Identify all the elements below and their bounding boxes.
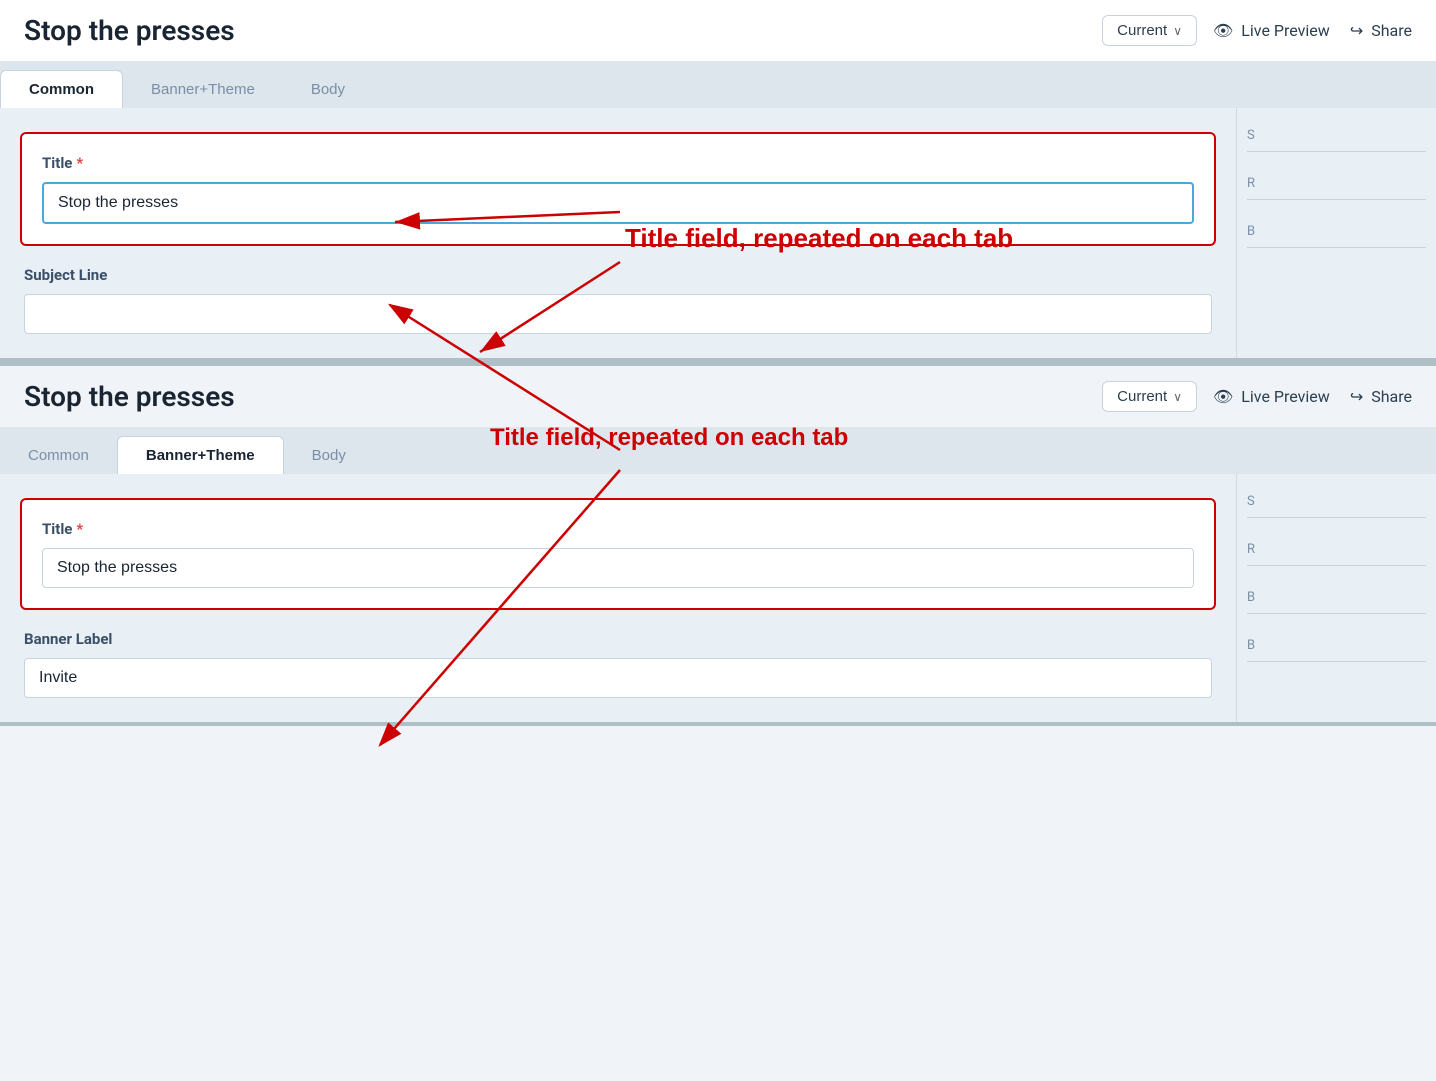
panel-2: Stop the presses Current ∨ Live Preview … <box>0 362 1436 726</box>
share-icon-1 <box>1350 21 1363 40</box>
sidebar-label-b3: B <box>1247 638 1426 662</box>
sidebar-label-r: R <box>1247 176 1426 200</box>
panel-1-title: Stop the presses <box>24 14 1086 47</box>
panel-2-title: Stop the presses <box>24 380 1086 413</box>
right-sidebar-1: S R B <box>1236 108 1436 358</box>
header-actions-2: Live Preview Share <box>1213 387 1412 406</box>
eye-icon-1 <box>1213 21 1233 40</box>
tabs-bar-2: Common Banner+Theme Body <box>0 428 1436 474</box>
banner-label-section: Banner Label <box>20 630 1216 698</box>
title-field-label-1: Title * <box>42 154 1194 172</box>
right-sidebar-2: S R B B <box>1236 474 1436 722</box>
version-dropdown-2[interactable]: Current ∨ <box>1102 381 1197 412</box>
eye-icon-2 <box>1213 387 1233 406</box>
tab-body-1[interactable]: Body <box>283 71 373 108</box>
title-input-1[interactable] <box>42 182 1194 224</box>
sidebar-label-r2: R <box>1247 542 1426 566</box>
sidebar-label-b2: B <box>1247 590 1426 614</box>
header-actions-1: Live Preview Share <box>1213 21 1412 40</box>
sidebar-label-b1: B <box>1247 224 1426 248</box>
subject-line-input[interactable] <box>24 294 1212 334</box>
required-star-2: * <box>76 520 83 538</box>
title-input-2[interactable] <box>42 548 1194 588</box>
panel-1-form: Title * Subject Line <box>0 108 1236 358</box>
chevron-down-icon-2: ∨ <box>1173 390 1182 404</box>
subject-line-label: Subject Line <box>24 266 1212 284</box>
live-preview-button-1[interactable]: Live Preview <box>1213 21 1330 40</box>
version-dropdown-1[interactable]: Current ∨ <box>1102 15 1197 46</box>
tab-common-2[interactable]: Common <box>0 437 117 474</box>
sidebar-label-s: S <box>1247 128 1426 152</box>
subject-line-section: Subject Line <box>20 266 1216 334</box>
panel-2-content: Title * Banner Label S R B B <box>0 474 1436 722</box>
tab-body-2[interactable]: Body <box>284 437 374 474</box>
tab-common-1[interactable]: Common <box>0 70 123 108</box>
sidebar-label-s2: S <box>1247 494 1426 518</box>
tabs-bar-1: Common Banner+Theme Body <box>0 62 1436 108</box>
share-button-2[interactable]: Share <box>1350 387 1412 406</box>
share-icon-2 <box>1350 387 1363 406</box>
panel-1: Stop the presses Current ∨ Live Preview … <box>0 0 1436 362</box>
required-star-1: * <box>76 154 83 172</box>
live-preview-button-2[interactable]: Live Preview <box>1213 387 1330 406</box>
panel-1-content: Title * Subject Line S R B <box>0 108 1436 358</box>
banner-label-input[interactable] <box>24 658 1212 698</box>
tab-banner-theme-1[interactable]: Banner+Theme <box>123 71 283 108</box>
panel-1-header: Stop the presses Current ∨ Live Preview … <box>0 0 1436 62</box>
panel-2-header: Stop the presses Current ∨ Live Preview … <box>0 366 1436 428</box>
panel-2-form: Title * Banner Label <box>0 474 1236 722</box>
share-button-1[interactable]: Share <box>1350 21 1412 40</box>
chevron-down-icon-1: ∨ <box>1173 24 1182 38</box>
title-field-card-1: Title * <box>20 132 1216 246</box>
banner-label-label: Banner Label <box>24 630 1212 648</box>
title-field-card-2: Title * <box>20 498 1216 610</box>
title-field-label-2: Title * <box>42 520 1194 538</box>
tab-banner-theme-2[interactable]: Banner+Theme <box>117 436 284 474</box>
